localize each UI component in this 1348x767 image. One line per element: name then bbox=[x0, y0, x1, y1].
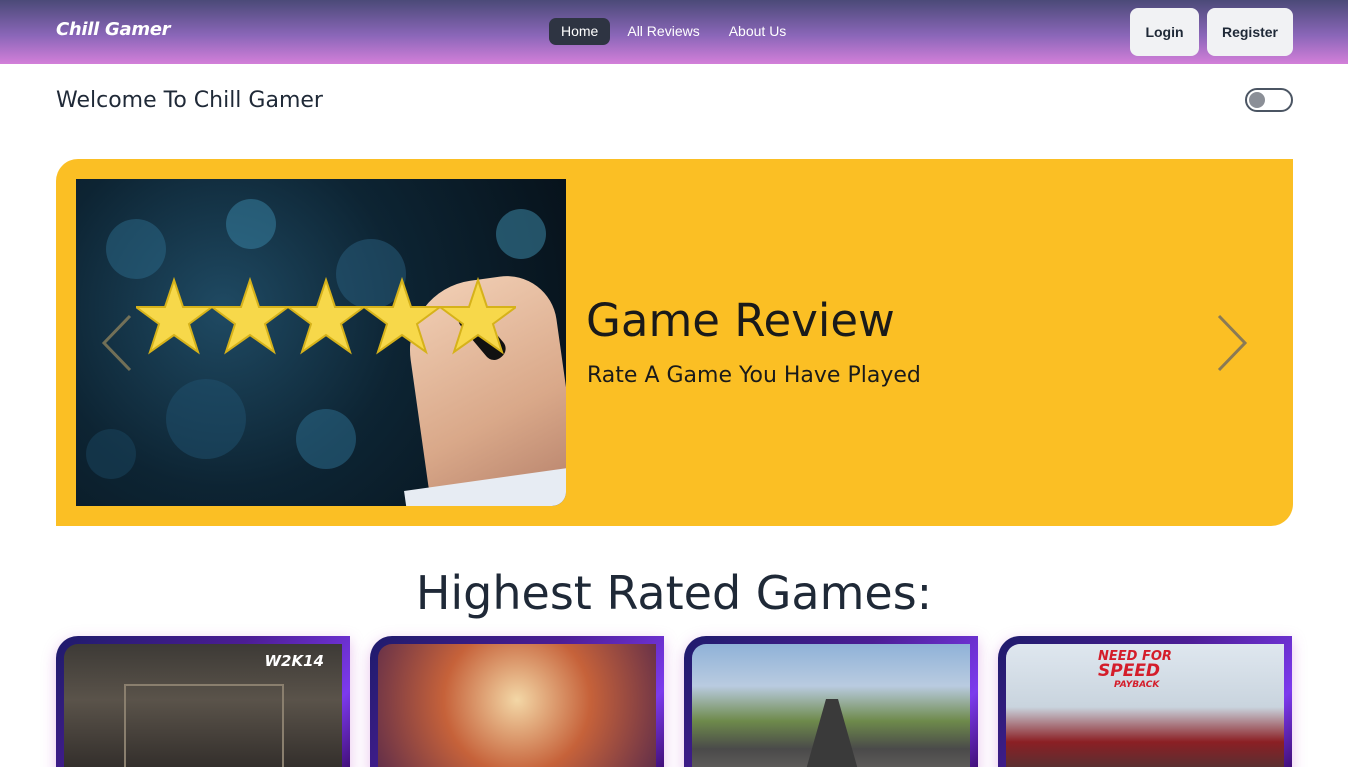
game-badge-line: SPEED bbox=[1098, 661, 1161, 681]
navbar: Chill Gamer Home All Reviews About Us Lo… bbox=[0, 0, 1348, 64]
bokeh-light bbox=[296, 409, 356, 469]
wrestling-ring bbox=[124, 684, 284, 767]
bokeh-light bbox=[166, 379, 246, 459]
welcome-heading: Welcome To Chill Gamer bbox=[56, 88, 323, 113]
nav-link-home[interactable]: Home bbox=[549, 18, 611, 45]
five-stars-icon bbox=[136, 276, 516, 355]
bokeh-light bbox=[496, 209, 546, 259]
game-card[interactable]: W2K14 bbox=[56, 636, 350, 767]
road bbox=[802, 699, 862, 767]
game-badge: W2K14 bbox=[264, 652, 324, 670]
game-cover-image bbox=[378, 644, 656, 767]
bokeh-light bbox=[226, 199, 276, 249]
brand-logo[interactable]: Chill Gamer bbox=[56, 19, 171, 40]
login-button[interactable]: Login bbox=[1130, 8, 1199, 56]
hero-banner: Game Review Rate A Game You Have Played bbox=[56, 159, 1293, 526]
game-cover-image: NEED FOR SPEED PAYBACK bbox=[1006, 644, 1284, 767]
highest-rated-heading: Highest Rated Games: bbox=[415, 566, 933, 620]
nav-link-about-us[interactable]: About Us bbox=[717, 18, 799, 45]
nav-links: Home All Reviews About Us bbox=[549, 18, 803, 45]
game-cover-image bbox=[692, 644, 970, 767]
toggle-knob bbox=[1249, 92, 1265, 108]
bokeh-light bbox=[106, 219, 166, 279]
banner-title: Game Review bbox=[586, 294, 895, 347]
game-card[interactable] bbox=[370, 636, 664, 767]
nav-link-all-reviews[interactable]: All Reviews bbox=[615, 18, 711, 45]
game-card[interactable] bbox=[684, 636, 978, 767]
chevron-right-icon[interactable] bbox=[1213, 314, 1249, 372]
game-badge-line: PAYBACK bbox=[1114, 680, 1160, 690]
game-card[interactable]: NEED FOR SPEED PAYBACK bbox=[998, 636, 1292, 767]
game-cover-image: W2K14 bbox=[64, 644, 342, 767]
register-button[interactable]: Register bbox=[1207, 8, 1293, 56]
banner-image bbox=[76, 179, 566, 506]
chevron-left-icon[interactable] bbox=[100, 314, 136, 372]
bokeh-light bbox=[86, 429, 136, 479]
theme-toggle[interactable] bbox=[1245, 88, 1293, 112]
banner-subtitle: Rate A Game You Have Played bbox=[587, 363, 921, 388]
